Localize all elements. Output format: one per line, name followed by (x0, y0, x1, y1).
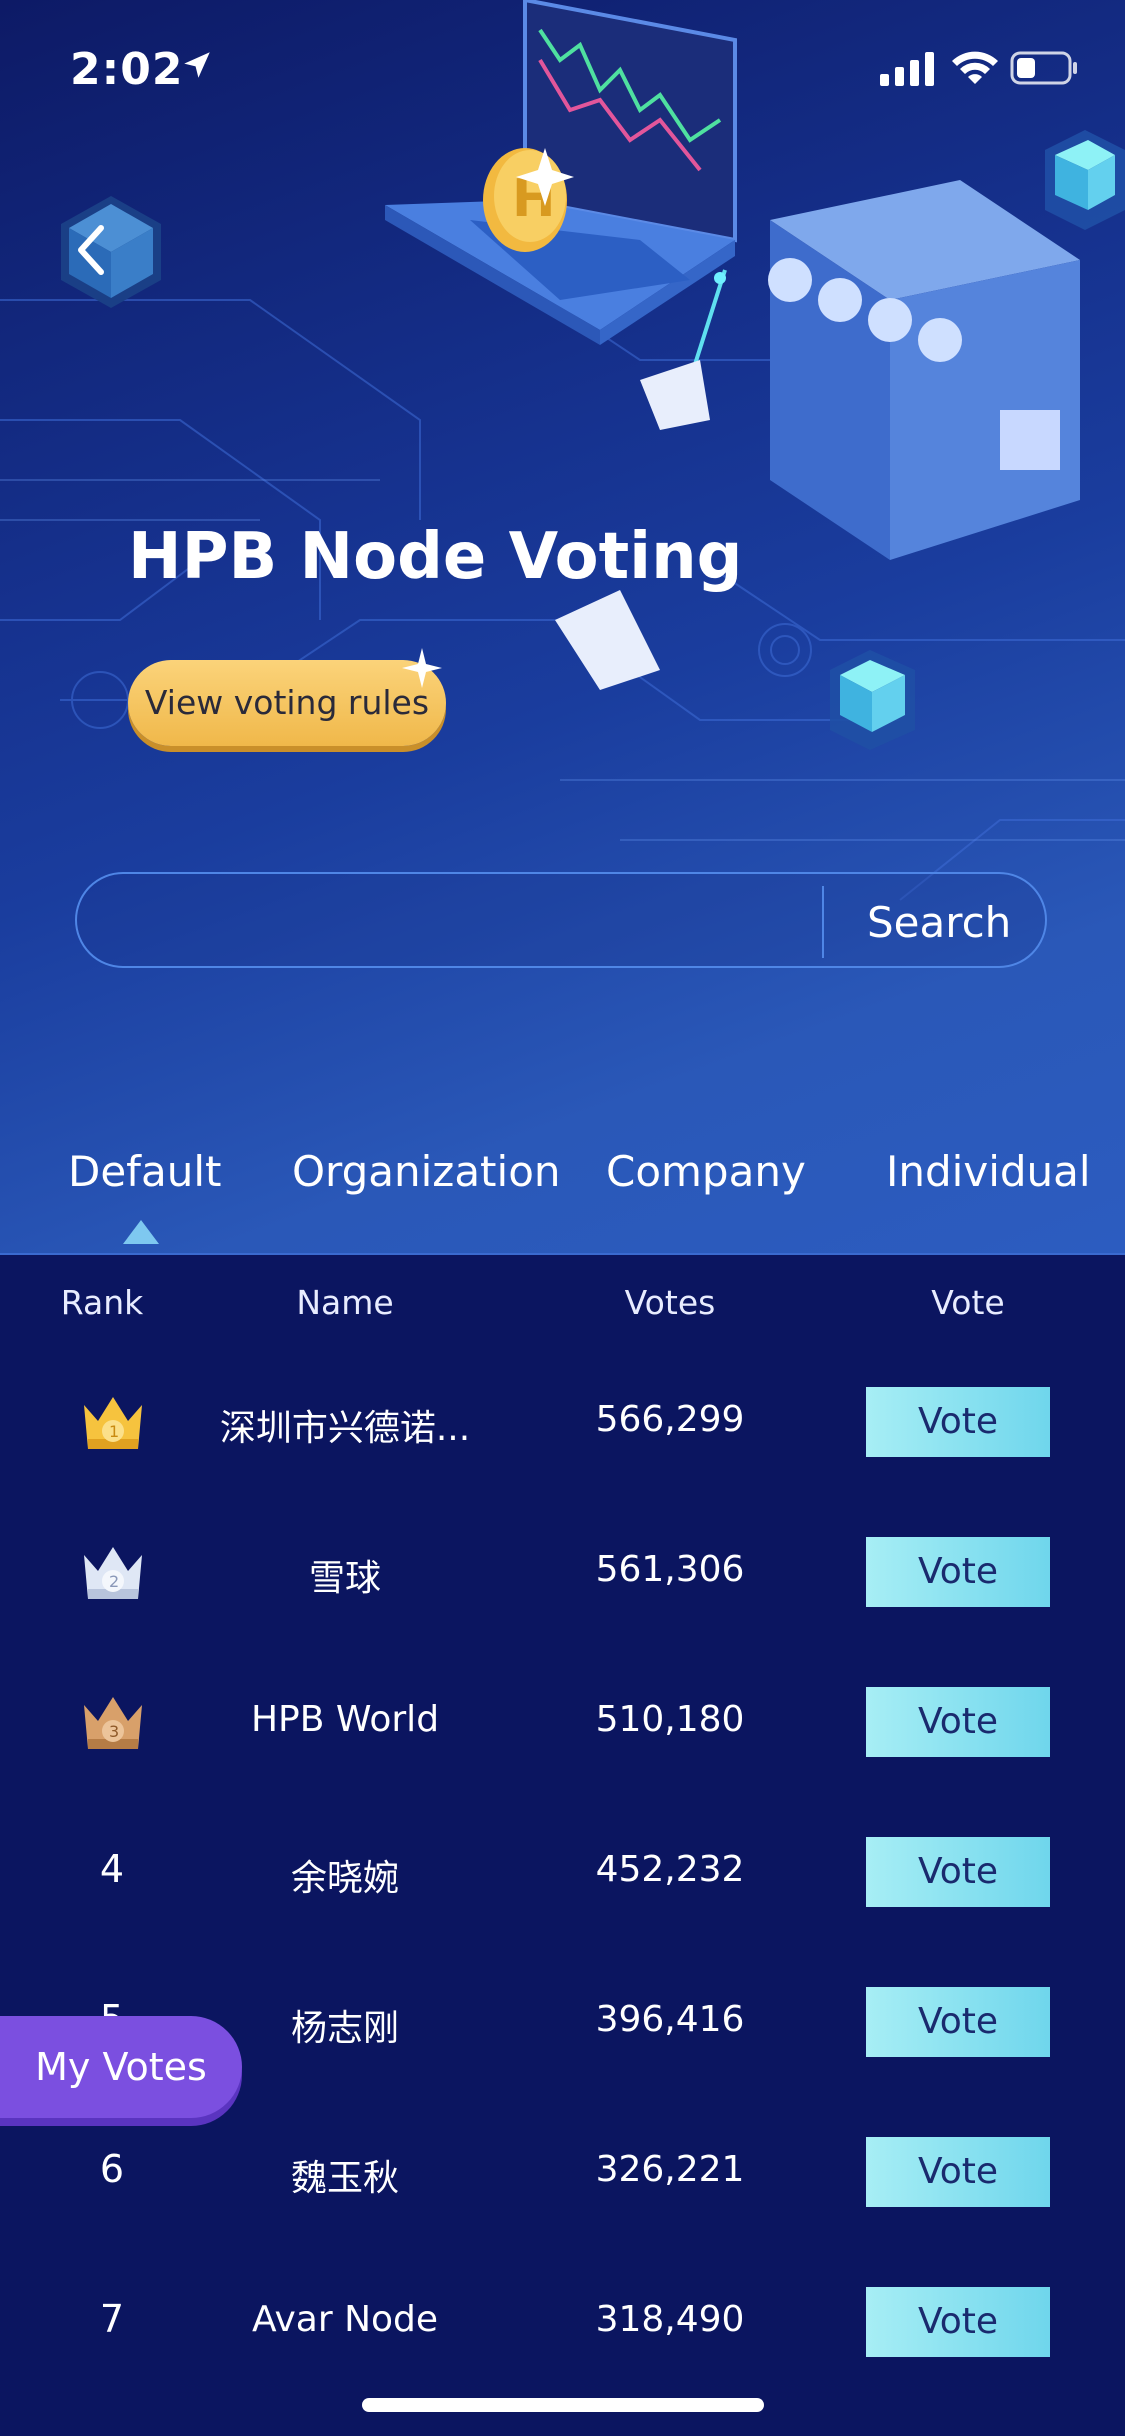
svg-text:1: 1 (109, 1422, 119, 1441)
table-row: 1 深圳市兴德诺... 566,299 Vote (0, 1347, 1125, 1497)
category-tabs: Default Organization Company Individual (0, 1130, 1125, 1255)
table-row: 6 魏玉秋 326,221 Vote (0, 2097, 1125, 2247)
search-divider (822, 886, 824, 958)
tab-company[interactable]: Company (606, 1147, 806, 1196)
node-name: 雪球 (308, 1558, 381, 1599)
bronze-crown-icon: 3 (84, 1697, 142, 1749)
vote-button[interactable]: Vote (866, 1687, 1050, 1757)
vote-button[interactable]: Vote (866, 2287, 1050, 2357)
vote-button[interactable]: Vote (866, 2137, 1050, 2207)
svg-text:3: 3 (109, 1722, 119, 1741)
table-row: 4 余晓婉 452,232 Vote (0, 1797, 1125, 1947)
vote-count: 452,232 (595, 1849, 745, 1890)
column-header-vote: Vote (931, 1283, 1005, 1322)
node-name: 杨志刚 (290, 2008, 399, 2049)
vote-button[interactable]: Vote (866, 1987, 1050, 2057)
rank-number: 6 (99, 2147, 125, 2191)
view-voting-rules-button[interactable]: View voting rules (128, 660, 446, 746)
vote-count: 396,416 (595, 1999, 745, 2040)
wifi-icon (952, 51, 998, 84)
table-row: 3 HPB World 510,180 Vote (0, 1647, 1125, 1797)
vote-button[interactable]: Vote (866, 1387, 1050, 1457)
vote-count: 510,180 (595, 1699, 745, 1740)
rank-number: 4 (99, 1847, 125, 1891)
svg-text:2: 2 (109, 1572, 119, 1591)
home-indicator[interactable] (362, 2398, 764, 2412)
node-name: 深圳市兴德诺... (219, 1408, 471, 1449)
back-button[interactable] (55, 190, 167, 310)
column-header-name: Name (296, 1283, 394, 1322)
search-button[interactable]: Search (867, 898, 1011, 947)
node-name: Avar Node (251, 2299, 439, 2340)
page-title: HPB Node Voting (128, 520, 743, 594)
gold-crown-icon: 1 (84, 1397, 142, 1449)
my-votes-button[interactable]: My Votes (0, 2016, 242, 2118)
rank-number: 7 (99, 2297, 125, 2341)
node-name: 余晓婉 (290, 1858, 399, 1899)
status-time: 2:02 (70, 44, 184, 95)
hero-banner: H 2:02 HPB Node Voting View voting rules… (0, 0, 1125, 1255)
column-header-rank: Rank (60, 1283, 144, 1322)
node-name: HPB World (250, 1699, 440, 1740)
active-tab-indicator (123, 1220, 159, 1244)
sparkle-icon (402, 648, 442, 688)
location-arrow-icon (184, 52, 210, 78)
vote-button[interactable]: Vote (866, 1837, 1050, 1907)
vote-count: 326,221 (595, 2149, 745, 2190)
cellular-signal-icon (880, 52, 934, 86)
vote-count: 561,306 (595, 1549, 745, 1590)
battery-icon (1010, 51, 1077, 85)
tab-default[interactable]: Default (68, 1147, 221, 1196)
table-row: 2 雪球 561,306 Vote (0, 1497, 1125, 1647)
vote-count: 318,490 (595, 2299, 745, 2340)
table-row: 7 Avar Node 318,490 Vote (0, 2247, 1125, 2397)
node-name: 魏玉秋 (290, 2158, 399, 2199)
column-header-votes: Votes (624, 1283, 716, 1322)
hero-illustration: H (0, 0, 1125, 901)
tab-organization[interactable]: Organization (292, 1147, 561, 1196)
vote-button[interactable]: Vote (866, 1537, 1050, 1607)
tab-individual[interactable]: Individual (886, 1147, 1091, 1196)
silver-crown-icon: 2 (84, 1547, 142, 1599)
search-input[interactable] (103, 882, 867, 960)
vote-count: 566,299 (595, 1399, 745, 1440)
search-bar: Search (75, 872, 1047, 968)
